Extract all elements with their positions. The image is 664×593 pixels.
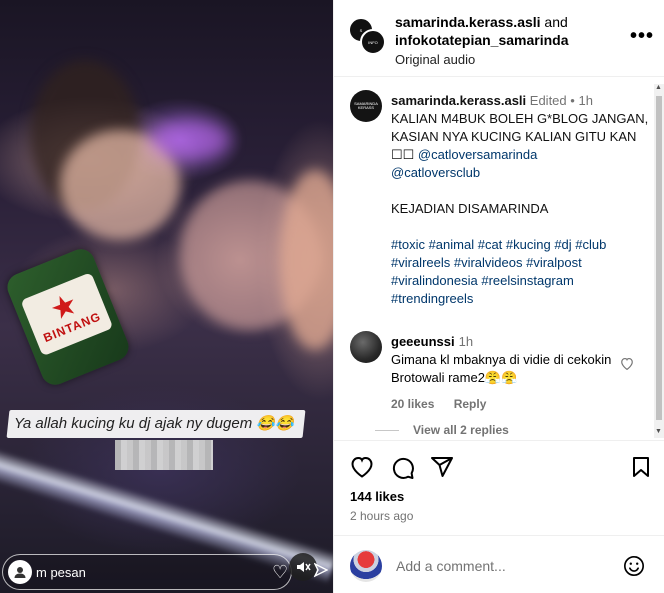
video-scene [150, 120, 230, 160]
author-username[interactable]: samarinda.kerass.asli [395, 14, 541, 30]
edited-label: Edited [529, 93, 567, 108]
comment-username[interactable]: geeeunssi [391, 334, 455, 349]
commenter-avatar[interactable] [350, 331, 382, 363]
comments-scroll-area[interactable]: SAMARINDA KERASS samarinda.kerass.asli Ed… [334, 78, 664, 440]
beer-bottle: ★ BINTANG [3, 245, 133, 389]
comment-text: Gimana kl mbaknya di vidie di cekokin Br… [391, 352, 612, 385]
caption-location-line: KEJADIAN DISAMARINDA [391, 201, 549, 216]
caption-avatar[interactable]: SAMARINDA KERASS [350, 90, 382, 122]
mute-button[interactable] [289, 553, 317, 581]
action-bar: 144 likes 2 hours ago [334, 440, 664, 530]
scrollbar-thumb[interactable] [656, 96, 662, 420]
add-comment-bar [334, 535, 664, 593]
mention-link[interactable]: @catloversamarinda [418, 147, 537, 162]
more-options-icon[interactable]: ••• [630, 25, 654, 48]
mute-icon [297, 562, 311, 572]
audio-label[interactable]: Original audio [395, 51, 569, 69]
scrollbar[interactable]: ▲ ▼ [654, 84, 664, 438]
bookmark-icon[interactable] [632, 456, 650, 483]
comment-bubble-icon[interactable] [391, 456, 415, 485]
caption-text: KALIAN M4BUK BOLEH G*BLOG JANGAN, KASIAN… [391, 111, 649, 180]
emoji-icon[interactable] [623, 555, 645, 582]
share-send-icon[interactable] [430, 456, 454, 483]
caption-username[interactable]: samarinda.kerass.asli [391, 93, 526, 108]
mention-link[interactable]: @catloversclub [391, 165, 480, 180]
current-user-avatar [350, 550, 382, 582]
author-avatars[interactable]: S INFO [349, 18, 386, 55]
comment-time: 1h [458, 334, 474, 349]
and-text: and [540, 14, 568, 30]
caption-hashtags[interactable]: #toxic #animal #cat #kucing #dj #club #v… [391, 236, 651, 308]
post-time[interactable]: 2 hours ago [350, 509, 413, 523]
reply-placeholder: m pesan [36, 565, 86, 580]
comment-heart-icon[interactable] [620, 357, 634, 375]
view-replies-button[interactable]: View all 2 replies [375, 423, 509, 437]
user-icon [14, 567, 26, 578]
reel-video[interactable]: ★ BINTANG Ya allah kucing ku dj ajak ny … [0, 0, 333, 593]
comment-input[interactable] [396, 558, 606, 574]
comment-likes[interactable]: 20 likes [391, 397, 434, 411]
like-heart-icon[interactable] [350, 456, 374, 483]
scroll-up-arrow-icon[interactable]: ▲ [655, 84, 662, 91]
reply-button[interactable]: Reply [454, 397, 487, 411]
send-icon[interactable] [313, 562, 329, 583]
heart-icon[interactable]: ♡ [272, 562, 288, 583]
post-panel: S INFO samarinda.kerass.asli and infokot… [333, 0, 664, 593]
blurred-area [115, 440, 213, 470]
likes-count[interactable]: 144 likes [350, 489, 404, 504]
reply-avatar [8, 560, 32, 584]
caption-time: 1h [578, 93, 593, 108]
dot-separator: • [570, 93, 575, 108]
scroll-down-arrow-icon[interactable]: ▼ [655, 428, 662, 435]
post-header: S INFO samarinda.kerass.asli and infokot… [334, 0, 664, 77]
author-info: samarinda.kerass.asli and infokotatepian… [395, 13, 569, 69]
coauthor-username[interactable]: infokotatepian_samarinda [395, 32, 569, 48]
video-overlay-caption: Ya allah kucing ku dj ajak ny dugem 😂😂 [14, 415, 294, 432]
